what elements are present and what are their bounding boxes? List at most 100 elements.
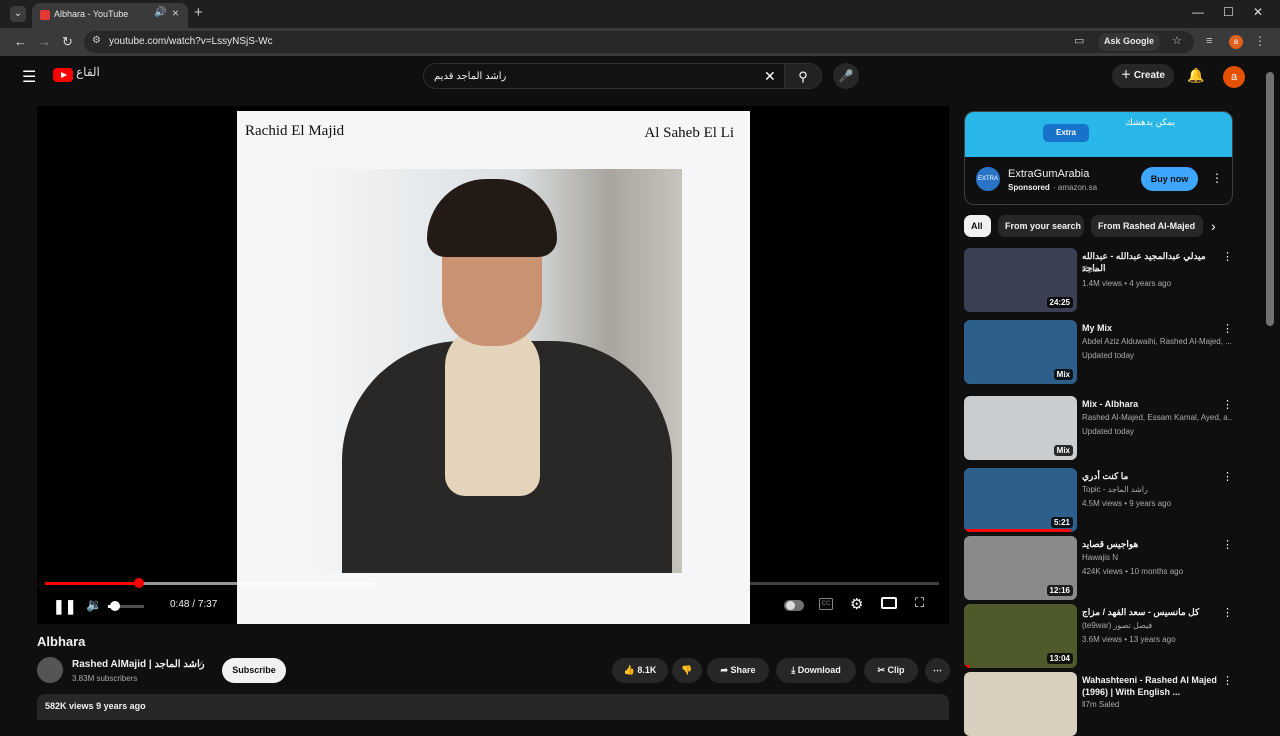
recommendation-item[interactable]: 24:25 ميدلي عبدالمجيد عبدالله - عبدالله ا… (964, 248, 1244, 312)
recommendation-thumbnail[interactable]: 5:21 (964, 468, 1077, 532)
recommendation-title[interactable]: Mix - Albhara (1082, 398, 1217, 410)
site-info-icon[interactable]: ⚙ (92, 35, 101, 46)
progress-bar[interactable] (45, 578, 939, 588)
volume-icon[interactable]: 🔉 (86, 597, 102, 613)
clip-button[interactable]: ✂ Clip (864, 658, 918, 683)
browser-profile-avatar[interactable]: a (1229, 35, 1243, 49)
reload-icon[interactable]: ↻ (62, 34, 73, 50)
chip-all[interactable]: All (964, 215, 991, 237)
recommendation-thumbnail[interactable]: Mix (964, 396, 1077, 460)
recommendation-channel[interactable]: ll7m Saled (1082, 700, 1232, 709)
notifications-bell-icon[interactable]: 🔔 (1187, 67, 1204, 84)
recommendation-item[interactable]: Mix Mix - Albhara Rashed Al-Majed, Essam K… (964, 396, 1244, 460)
search-query-text[interactable]: راشد الماجد قديم (434, 71, 506, 82)
ask-google-button[interactable]: Ask Google (1098, 33, 1161, 51)
cast-icon[interactable]: ▭ (1074, 34, 1084, 47)
more-options-icon[interactable]: ⋮ (1222, 398, 1233, 411)
chip-from-your-search[interactable]: From your search (998, 215, 1084, 237)
chip-from-channel[interactable]: From Rashed Al-Majed (1091, 215, 1203, 237)
minimize-icon[interactable]: — (1192, 5, 1204, 19)
subscribe-button[interactable]: Subscribe (222, 658, 286, 683)
buy-now-button[interactable]: Buy now (1141, 167, 1198, 191)
bookmark-star-icon[interactable]: ☆ (1172, 34, 1182, 47)
progress-scrubber-handle[interactable] (133, 578, 144, 588)
recommendation-channel[interactable]: Topic - راشد الماجد (1082, 485, 1232, 494)
create-button[interactable]: ＋ Create (1112, 64, 1174, 88)
tab-search-icon[interactable]: ⌄ (10, 6, 26, 22)
subtitles-cc-icon[interactable]: CC (819, 598, 833, 610)
ad-banner-image[interactable]: Extra يمكن يدهشك (965, 112, 1232, 157)
voice-search-button[interactable]: 🎤 (833, 63, 859, 89)
recommendation-item[interactable]: 5:21 ما كنت أدري Topic - راشد الماجد 4.5M v… (964, 468, 1244, 532)
more-options-icon[interactable]: ⋮ (1222, 322, 1233, 335)
recommendation-title[interactable]: My Mix (1082, 322, 1217, 334)
description-box[interactable]: 582K views 9 years ago (37, 694, 949, 720)
more-actions-icon[interactable]: ⋯ (925, 658, 950, 683)
recommendation-channel[interactable]: Rashed Al-Majed, Essam Kamal, Ayed, a... (1082, 413, 1232, 422)
more-options-icon[interactable]: ⋮ (1222, 470, 1233, 483)
fullscreen-icon[interactable]: ⛶ (915, 595, 924, 611)
recommendation-item[interactable]: Wahashteeni - Rashed Al Majed (1996) | W… (964, 672, 1244, 736)
more-options-icon[interactable]: ⋮ (1222, 674, 1233, 687)
share-button[interactable]: ➦ Share (707, 658, 769, 683)
channel-avatar[interactable] (37, 657, 63, 683)
recommendation-thumbnail[interactable]: Mix (964, 320, 1077, 384)
search-button[interactable]: ⚲ (784, 63, 822, 89)
recommendation-thumbnail[interactable]: 12:16 (964, 536, 1077, 600)
page-scrollbar[interactable] (1266, 72, 1274, 326)
url-text[interactable]: youtube.com/watch?v=LssyNSjS-Wc (109, 36, 273, 47)
tab-audio-icon[interactable]: 🔊 (154, 7, 166, 18)
dislike-button[interactable]: 👎 (672, 658, 702, 683)
hamburger-menu-icon[interactable]: ☰ (22, 67, 36, 87)
recommendation-item[interactable]: 13:04 كل مانسيس - سعد الفهد / مزاج (te9war… (964, 604, 1244, 668)
recommendation-title[interactable]: ما كنت أدري (1082, 470, 1217, 482)
sponsored-ad[interactable]: Extra يمكن يدهشك EXTRA ExtraGumArabia Sp… (964, 111, 1233, 205)
ad-advertiser-name[interactable]: ExtraGumArabia (1008, 168, 1089, 180)
more-options-icon[interactable]: ⋮ (1222, 250, 1233, 263)
recommendation-channel[interactable]: Abdel Aziz Alduwaihi, Rashed Al-Majed, .… (1082, 337, 1232, 346)
more-options-icon[interactable]: ⋮ (1222, 538, 1233, 551)
clear-search-icon[interactable]: ✕ (764, 68, 776, 85)
maximize-icon[interactable]: ☐ (1223, 5, 1234, 19)
new-tab-icon[interactable]: + (194, 4, 203, 21)
browser-menu-icon[interactable]: ⋮ (1254, 34, 1266, 48)
recommendation-title[interactable]: هواجيس قصايد (1082, 538, 1217, 550)
volume-slider-handle[interactable] (110, 601, 121, 611)
user-avatar[interactable]: a (1223, 66, 1245, 88)
more-options-icon[interactable]: ⋮ (1222, 606, 1233, 619)
autoplay-toggle[interactable] (784, 600, 804, 611)
recommendation-thumbnail[interactable] (964, 672, 1077, 736)
search-input[interactable]: راشد الماجد قديم ✕ (423, 63, 785, 89)
download-label: Download (797, 665, 841, 675)
recommendation-item[interactable]: Mix My Mix Abdel Aziz Alduwaihi, Rashed Al… (964, 320, 1244, 384)
ad-more-icon[interactable]: ⋮ (1211, 171, 1223, 185)
recommendation-channel[interactable]: Rula (1082, 265, 1232, 274)
recommendation-thumbnail[interactable]: 24:25 (964, 248, 1077, 312)
forward-icon[interactable]: → (38, 34, 51, 49)
address-bar[interactable]: ⚙ youtube.com/watch?v=LssyNSjS-Wc ▭ Ask … (84, 31, 1194, 53)
youtube-doodle-logo[interactable]: ﺍﻟﻘﺎﻉ (76, 65, 100, 79)
chevron-right-icon[interactable]: › (1211, 218, 1216, 234)
extensions-icon[interactable]: ≡ (1206, 35, 1212, 47)
recommendation-title[interactable]: كل مانسيس - سعد الفهد / مزاج (1082, 606, 1217, 618)
download-button[interactable]: ⤓ Download (776, 658, 856, 683)
video-player[interactable]: Rachid El Majid Al Saheb El Li ❚❚ 🔉 0:48… (37, 106, 949, 624)
youtube-logo-icon[interactable] (53, 68, 73, 82)
channel-name[interactable]: Rashed AlMajid | راشد الماجد (72, 659, 205, 670)
like-button[interactable]: 👍 8.1K (612, 658, 668, 683)
browser-tab[interactable]: Albhara - YouTube 🔊 × (32, 3, 188, 28)
volume-control[interactable]: 🔉 (80, 594, 150, 618)
pause-icon[interactable]: ❚❚ (53, 598, 76, 615)
recommendation-channel[interactable]: (te9war) فيصل تصور (1082, 621, 1232, 630)
back-icon[interactable]: ← (14, 34, 27, 49)
theater-mode-icon[interactable] (881, 597, 897, 609)
recommendation-channel[interactable]: Hawajis N (1082, 553, 1232, 562)
settings-gear-icon[interactable]: ⚙ (850, 595, 863, 613)
recommendation-item[interactable]: 12:16 هواجيس قصايد Hawajis N 424K views • 1… (964, 536, 1244, 600)
recommendation-title[interactable]: Wahashteeni - Rashed Al Majed (1996) | W… (1082, 674, 1217, 698)
window-close-icon[interactable]: ✕ (1253, 5, 1263, 19)
recommendation-thumbnail[interactable]: 13:04 (964, 604, 1077, 668)
volume-slider[interactable] (108, 601, 144, 611)
view-count: 582K views (45, 701, 94, 711)
tab-close-icon[interactable]: × (172, 6, 179, 20)
